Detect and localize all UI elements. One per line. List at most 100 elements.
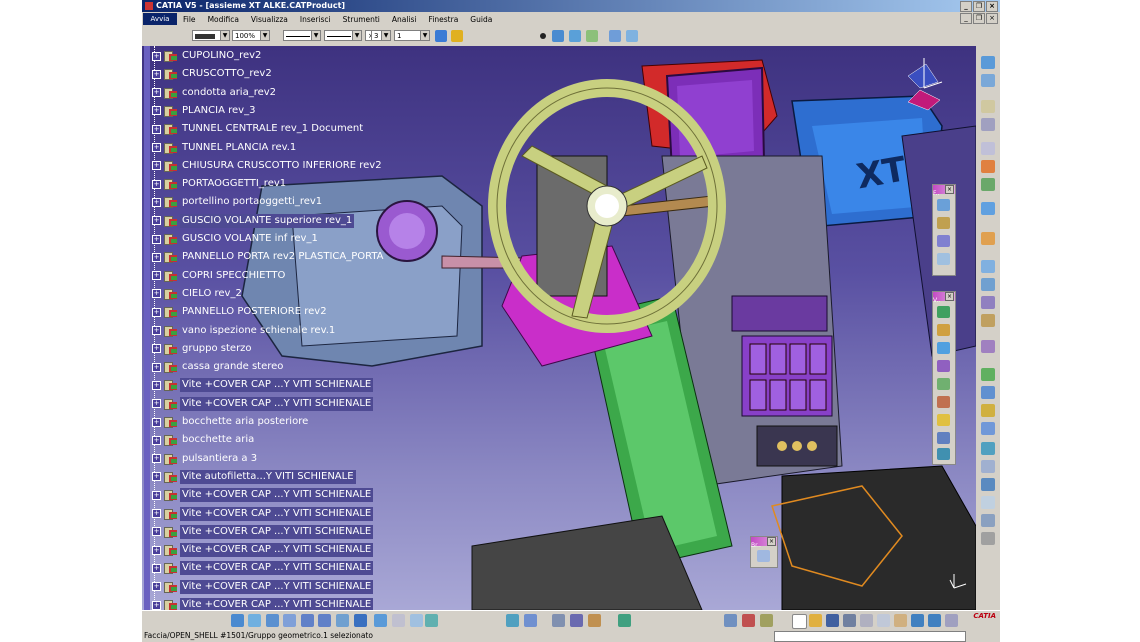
line-thickness-select[interactable]: ▼	[283, 30, 321, 41]
fix-together-icon[interactable]	[981, 478, 995, 491]
expand-icon[interactable]: +	[152, 51, 161, 61]
tree-node[interactable]: + CRUSCOTTO_rev2	[152, 66, 274, 82]
snap-icon[interactable]	[981, 278, 995, 291]
expand-icon[interactable]: +	[152, 143, 161, 152]
manipulate-icon[interactable]	[937, 432, 950, 444]
expand-icon[interactable]: +	[152, 600, 161, 610]
tree-node[interactable]: + portellino portaoggetti_rev1	[152, 194, 324, 210]
close-button[interactable]: ×	[986, 1, 998, 12]
pointer-icon[interactable]	[981, 232, 995, 245]
product-structure-icon[interactable]	[981, 56, 995, 69]
explode-icon[interactable]	[937, 414, 950, 426]
menu-help[interactable]: Guida	[464, 15, 498, 24]
measure-icon[interactable]	[937, 306, 950, 318]
tree-node[interactable]: + Vite +COVER CAP ...Y VITI SCHIENALE	[152, 506, 374, 522]
expand-icon[interactable]: +	[152, 509, 161, 518]
expand-icon[interactable]: +	[152, 490, 161, 500]
expand-icon[interactable]: +	[152, 234, 161, 244]
color-select[interactable]: ▼	[192, 30, 230, 41]
sheet-icon[interactable]	[981, 514, 995, 527]
close-icon[interactable]: ×	[767, 537, 776, 546]
rotate-icon[interactable]	[283, 614, 296, 627]
tree-node[interactable]: + vano ispezione schienale rev.1	[152, 323, 337, 339]
part-icon[interactable]	[937, 199, 950, 211]
knowledge-icon[interactable]	[742, 614, 755, 627]
redo-icon[interactable]	[928, 614, 941, 627]
clash-icon[interactable]	[937, 342, 950, 354]
catalog-browser-icon[interactable]	[626, 30, 638, 42]
fly-mode-icon[interactable]	[231, 614, 244, 627]
tree-node[interactable]: + CUPOLINO_rev2	[152, 48, 263, 64]
menu-tools[interactable]: Strumenti	[337, 15, 386, 24]
tree-node[interactable]: + Vite +COVER CAP ...Y VITI SCHIENALE	[152, 597, 374, 610]
doc-minimize-button[interactable]: _	[960, 13, 972, 24]
tree-node[interactable]: + TUNNEL PLANCIA rev.1	[152, 140, 298, 156]
tree-node[interactable]: + GUSCIO VOLANTE inf rev_1	[152, 231, 320, 247]
floating-toolbar-2[interactable]: V.. ×	[932, 291, 956, 465]
doc-close-button[interactable]: ×	[986, 13, 998, 24]
tree-node[interactable]: + Vite +COVER CAP ...Y VITI SCHIENALE	[152, 542, 374, 558]
print-icon[interactable]	[843, 614, 856, 627]
constraint-icon[interactable]	[937, 378, 950, 390]
format-painter-icon[interactable]	[451, 30, 463, 42]
offset-icon[interactable]	[981, 442, 995, 455]
expand-icon[interactable]: +	[152, 545, 161, 555]
layer-select[interactable]: 3 ▼	[371, 30, 391, 41]
expand-icon[interactable]: +	[152, 161, 161, 171]
product-icon[interactable]	[937, 217, 950, 229]
tree-node[interactable]: + bocchette aria posteriore	[152, 414, 310, 430]
normal-view-icon[interactable]	[336, 614, 349, 627]
expand-icon[interactable]: +	[152, 417, 161, 427]
expand-icon[interactable]: +	[152, 197, 161, 207]
menu-edit[interactable]: Modifica	[202, 15, 245, 24]
floating-toolbar-1[interactable]: F.. ×	[932, 184, 956, 276]
doc-restore-button[interactable]: ❐	[973, 13, 985, 24]
multi-view-icon[interactable]	[524, 614, 537, 627]
render-icon[interactable]	[425, 614, 438, 627]
tree-node[interactable]: + Vite autofiletta...Y VITI SCHIENALE	[152, 469, 356, 485]
point-icon[interactable]	[540, 33, 546, 39]
expand-icon[interactable]: +	[152, 179, 161, 189]
material-icon[interactable]	[981, 178, 995, 191]
abc-icon[interactable]	[981, 100, 995, 113]
pan-icon[interactable]	[266, 614, 279, 627]
tree-node[interactable]: + cassa grande stereo	[152, 359, 285, 375]
expand-icon[interactable]: +	[152, 344, 161, 354]
fit-all-icon[interactable]	[248, 614, 261, 627]
search-icon[interactable]	[981, 142, 995, 155]
tree-scrollbar[interactable]	[144, 46, 150, 610]
contact-icon[interactable]	[981, 422, 995, 435]
expand-icon[interactable]: +	[152, 69, 161, 79]
constraint-icon[interactable]	[981, 340, 995, 353]
snap-grid-icon[interactable]	[506, 614, 519, 627]
help-icon[interactable]	[945, 614, 958, 627]
expand-icon[interactable]: +	[152, 326, 161, 335]
layer-name-select[interactable]: 1 ▼	[394, 30, 430, 41]
transparency-select[interactable]: 100% ▼	[232, 30, 270, 41]
hide-show-icon[interactable]	[392, 614, 405, 627]
existing-component-icon[interactable]	[937, 253, 950, 265]
split-icon[interactable]	[552, 614, 565, 627]
tree-node[interactable]: + CHIUSURA CRUSCOTTO INFERIORE rev2	[152, 158, 384, 174]
expand-icon[interactable]: +	[152, 582, 161, 592]
update-icon[interactable]	[981, 368, 995, 381]
eraser-icon[interactable]	[586, 30, 598, 42]
fire-icon[interactable]	[981, 160, 995, 173]
undo-icon[interactable]	[911, 614, 924, 627]
menu-window[interactable]: Finestra	[423, 15, 465, 24]
minimize-button[interactable]: _	[960, 1, 972, 12]
tree-node[interactable]: + condotta aria_rev2	[152, 85, 278, 101]
specification-tree[interactable]: + CUPOLINO_rev2 + CRUSCOTTO_rev2 + condotta a…	[144, 46, 384, 610]
expand-icon[interactable]: +	[152, 472, 161, 482]
tree-node[interactable]: + PANNELLO POSTERIORE rev2	[152, 304, 329, 320]
catalog-icon[interactable]	[609, 30, 621, 42]
move-icon[interactable]	[981, 260, 995, 273]
cut-icon[interactable]	[860, 614, 873, 627]
angle-icon[interactable]	[981, 460, 995, 473]
save-icon[interactable]	[826, 614, 839, 627]
clash-icon[interactable]	[981, 314, 995, 327]
expand-icon[interactable]: +	[152, 307, 161, 317]
tree-node[interactable]: + gruppo sterzo	[152, 341, 254, 357]
update-icon[interactable]	[937, 448, 950, 460]
macro-icon[interactable]	[618, 614, 631, 627]
